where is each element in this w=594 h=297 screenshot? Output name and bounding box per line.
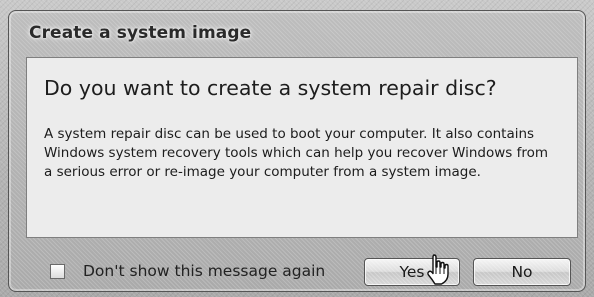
window-title: Create a system image (29, 23, 252, 43)
no-button[interactable]: No (473, 258, 571, 286)
dont-show-again-label[interactable]: Don't show this message again (83, 262, 325, 280)
dialog-footer: Don't show this message again Yes No (26, 240, 578, 292)
title-bar[interactable]: Create a system image (9, 11, 585, 51)
dont-show-again-option[interactable]: Don't show this message again (50, 262, 325, 280)
message-panel: Do you want to create a system repair di… (26, 57, 578, 238)
system-repair-dialog: Create a system image Do you want to cre… (8, 10, 586, 292)
yes-button[interactable]: Yes (364, 258, 460, 286)
dont-show-again-checkbox[interactable] (50, 263, 65, 279)
screen: Create a system image Do you want to cre… (0, 0, 594, 297)
message-body: A system repair disc can be used to boot… (44, 126, 548, 180)
main-instruction: Do you want to create a system repair di… (44, 76, 497, 100)
